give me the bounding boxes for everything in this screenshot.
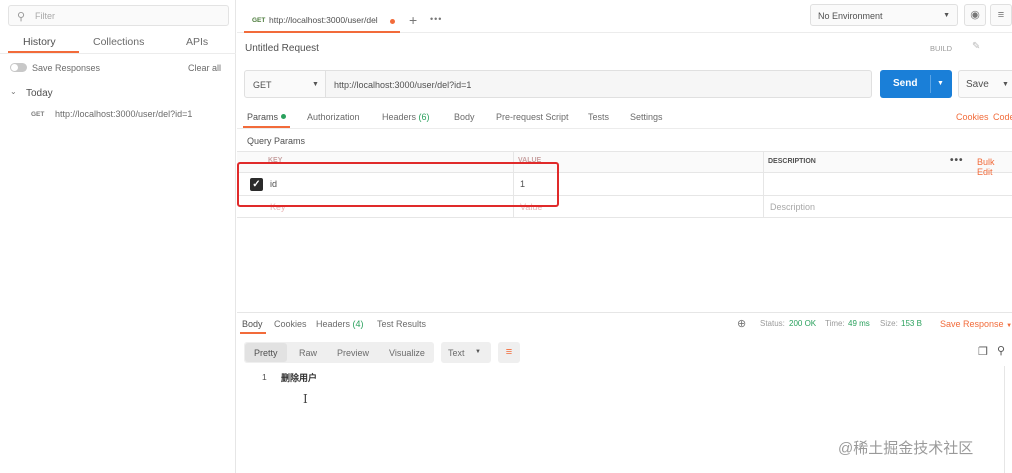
divider [237, 312, 1012, 313]
tab-authorization[interactable]: Authorization [307, 112, 360, 122]
cookies-link[interactable]: Cookies [956, 112, 989, 122]
globe-icon[interactable]: ⊕ [737, 317, 746, 330]
format-visualize-button[interactable]: Visualize [389, 348, 425, 358]
eye-icon: ◉ [970, 9, 980, 21]
tab-headers-label: Headers [382, 112, 417, 122]
unsaved-dot-icon [390, 19, 395, 24]
save-responses-label: Save Responses [32, 63, 101, 73]
params-active-dot-icon [281, 114, 286, 119]
url-input-value: http://localhost:3000/user/del?id=1 [334, 80, 472, 90]
sliders-icon: ≡ [997, 9, 1005, 21]
divider [0, 53, 236, 54]
highlight-box [237, 162, 559, 207]
format-raw-button[interactable]: Raw [299, 348, 317, 358]
tab-settings[interactable]: Settings [630, 112, 663, 122]
method-select[interactable]: GET ▼ [244, 70, 326, 98]
chevron-down-icon[interactable]: ▼ [1002, 81, 1009, 88]
build-label: BUILD [930, 44, 953, 53]
tab-headers[interactable]: Headers (6) [382, 112, 430, 122]
divider [237, 128, 1012, 129]
tab-body[interactable]: Body [454, 112, 475, 122]
status-label: Status: [760, 319, 785, 328]
tab-apis[interactable]: APIs [186, 36, 208, 48]
save-button[interactable]: Save ▼ [958, 70, 1012, 98]
copy-icon[interactable]: ❐ [978, 345, 988, 358]
chevron-down-icon[interactable]: ⌄ [10, 87, 17, 96]
size-value[interactable]: 153 B [901, 319, 922, 328]
chevron-down-icon: ▼ [312, 81, 319, 88]
request-tab-label: http://localhost:3000/user/del [269, 15, 378, 25]
tab-tests[interactable]: Tests [588, 112, 609, 122]
text-cursor-icon: I [303, 392, 308, 406]
environment-select[interactable]: No Environment ▼ [810, 4, 958, 26]
divider [930, 75, 931, 93]
manage-environments-button[interactable]: ≡ [990, 4, 1012, 26]
clear-all-button[interactable]: Clear all [188, 63, 221, 73]
chevron-down-icon: ▼ [943, 12, 950, 19]
chevron-down-icon: ▼ [475, 349, 481, 355]
response-tab-headers-label: Headers [316, 319, 351, 329]
response-tab-test-results[interactable]: Test Results [377, 319, 426, 329]
time-label: Time: [825, 319, 845, 328]
new-tab-button[interactable]: + [409, 12, 417, 28]
query-params-title: Query Params [247, 136, 306, 146]
filter-input[interactable]: ⚲ Filter [8, 5, 229, 26]
request-tab-method: GET [252, 17, 266, 24]
sidebar: ⚲ Filter History Collections APIs Save R… [0, 0, 236, 473]
history-item-method: GET [31, 111, 45, 118]
send-button-label: Send [893, 78, 918, 89]
new-param-description-input[interactable]: Description [770, 202, 815, 212]
more-options-icon[interactable]: ••• [950, 155, 964, 166]
response-tab-cookies[interactable]: Cookies [274, 319, 307, 329]
environment-select-value: No Environment [818, 11, 883, 21]
chevron-down-icon[interactable]: ▼ [937, 80, 944, 87]
tab-headers-count: (6) [418, 112, 430, 122]
content-type-select[interactable]: Text ▼ [441, 342, 491, 363]
request-title[interactable]: Untitled Request [245, 43, 319, 54]
history-item[interactable]: http://localhost:3000/user/del?id=1 [55, 109, 192, 119]
environment-quick-look-button[interactable]: ◉ [964, 4, 986, 26]
tab-params[interactable]: Params [247, 112, 278, 122]
response-tab-body[interactable]: Body [242, 319, 263, 329]
history-group-today[interactable]: Today [26, 88, 53, 99]
method-select-value: GET [253, 80, 272, 90]
line-number: 1 [262, 372, 267, 382]
save-response-button[interactable]: Save Response ▼ [940, 319, 1012, 329]
column-header-description: DESCRIPTION [768, 158, 816, 165]
chevron-down-icon: ▼ [1006, 323, 1012, 329]
time-value[interactable]: 49 ms [848, 319, 870, 328]
search-icon: ⚲ [17, 11, 26, 23]
content-type-value: Text [448, 348, 465, 358]
size-label: Size: [880, 319, 898, 328]
response-body-line: 删除用户 [281, 373, 318, 383]
save-responses-toggle[interactable] [10, 63, 27, 72]
send-button[interactable]: Send ▼ [880, 70, 952, 98]
save-response-label: Save Response [940, 319, 1004, 329]
response-tab-headers[interactable]: Headers (4) [316, 319, 364, 329]
tab-history[interactable]: History [23, 36, 56, 48]
filter-placeholder: Filter [35, 11, 55, 21]
response-tab-headers-count: (4) [352, 319, 364, 329]
format-preview-button[interactable]: Preview [337, 348, 369, 358]
wrap-lines-button[interactable]: ≡ [498, 342, 520, 363]
code-link[interactable]: Code [993, 112, 1012, 122]
tab-pre-request-script[interactable]: Pre-request Script [496, 112, 569, 122]
scrollbar[interactable] [1004, 366, 1005, 473]
save-button-label: Save [966, 79, 989, 90]
tab-collections[interactable]: Collections [93, 36, 144, 48]
active-tab-indicator [240, 332, 266, 334]
status-value[interactable]: 200 OK [789, 319, 816, 328]
watermark: @稀土掘金技术社区 [838, 440, 974, 457]
wrap-icon: ≡ [505, 346, 513, 358]
request-tab[interactable]: GET http://localhost:3000/user/del [244, 9, 400, 33]
edit-icon[interactable]: ✎ [972, 41, 980, 52]
search-icon[interactable]: ⚲ [997, 344, 1005, 357]
format-pretty-button[interactable]: Pretty [254, 348, 278, 358]
url-input[interactable]: http://localhost:3000/user/del?id=1 [325, 70, 872, 98]
more-tabs-icon[interactable]: ••• [430, 14, 442, 24]
